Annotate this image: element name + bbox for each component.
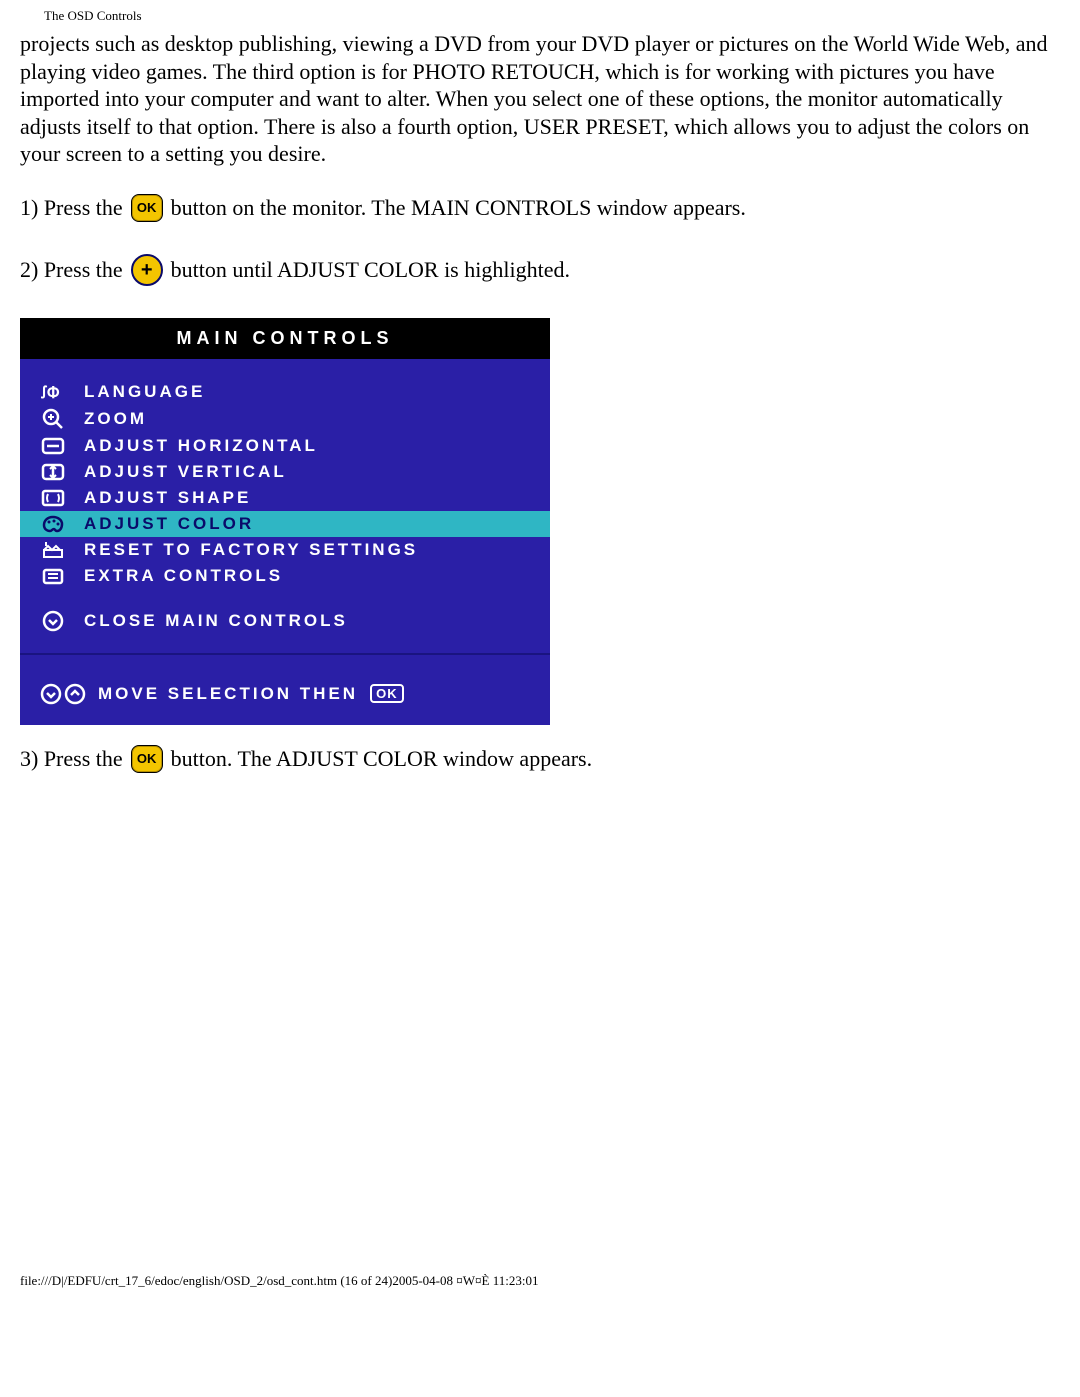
step-1: 1) Press the OK button on the monitor. T… (20, 194, 1060, 222)
close-icon (40, 610, 66, 632)
osd-item-label: ADJUST VERTICAL (84, 462, 287, 482)
step-2-text-a: 2) Press the (20, 257, 123, 283)
osd-item-adjust-horizontal[interactable]: ADJUST HORIZONTAL (20, 433, 550, 459)
osd-footer: MOVE SELECTION THEN OK (20, 663, 550, 725)
osd-item-adjust-shape[interactable]: ADJUST SHAPE (20, 485, 550, 511)
osd-item-language[interactable]: ꭍՓ LANGUAGE (20, 379, 550, 405)
osd-item-adjust-color[interactable]: ADJUST COLOR (20, 511, 550, 537)
extra-icon (40, 566, 66, 586)
osd-item-label: RESET TO FACTORY SETTINGS (84, 540, 418, 560)
step-3-text-a: 3) Press the (20, 746, 123, 772)
intro-paragraph: projects such as desktop publishing, vie… (20, 30, 1060, 168)
osd-menu-list: ꭍՓ LANGUAGE ZOOM ADJUST HORIZONTAL ADJUS… (20, 359, 550, 645)
zoom-icon (40, 408, 66, 430)
page-footer: file:///D|/EDFU/crt_17_6/edoc/english/OS… (20, 1273, 1060, 1289)
osd-item-label: EXTRA CONTROLS (84, 566, 283, 586)
osd-close-label: CLOSE MAIN CONTROLS (84, 611, 348, 631)
color-icon (40, 514, 66, 534)
osd-item-extra-controls[interactable]: EXTRA CONTROLS (20, 563, 550, 589)
language-icon: ꭍՓ (40, 382, 66, 402)
factory-icon (40, 540, 66, 560)
osd-item-label: LANGUAGE (84, 382, 205, 402)
ok-button-icon: OK (131, 745, 163, 773)
step-1-text-b: button on the monitor. The MAIN CONTROLS… (171, 195, 746, 221)
osd-item-label: ADJUST HORIZONTAL (84, 436, 318, 456)
osd-item-label: ADJUST COLOR (84, 514, 254, 534)
osd-footer-text: MOVE SELECTION THEN (98, 684, 358, 704)
shape-icon (40, 488, 66, 508)
step-1-text-a: 1) Press the (20, 195, 123, 221)
osd-divider (20, 653, 550, 655)
horizontal-icon (40, 436, 66, 456)
osd-item-close[interactable]: CLOSE MAIN CONTROLS (20, 607, 550, 635)
ok-button-icon: OK (131, 194, 163, 222)
ok-icon: OK (370, 684, 404, 703)
step-2-text-b: button until ADJUST COLOR is highlighted… (171, 257, 570, 283)
step-2: 2) Press the + button until ADJUST COLOR… (20, 254, 1060, 286)
osd-item-zoom[interactable]: ZOOM (20, 405, 550, 433)
move-selection-icons (40, 683, 86, 705)
vertical-icon (40, 462, 66, 482)
osd-title: MAIN CONTROLS (20, 318, 550, 359)
step-3: 3) Press the OK button. The ADJUST COLOR… (20, 745, 1060, 773)
osd-panel: MAIN CONTROLS ꭍՓ LANGUAGE ZOOM ADJUST HO… (20, 318, 550, 725)
osd-item-adjust-vertical[interactable]: ADJUST VERTICAL (20, 459, 550, 485)
step-3-text-b: button. The ADJUST COLOR window appears. (171, 746, 592, 772)
page-header: The OSD Controls (44, 8, 1060, 24)
osd-item-label: ADJUST SHAPE (84, 488, 251, 508)
plus-button-icon: + (131, 254, 163, 286)
svg-text:ꭍՓ: ꭍՓ (41, 385, 60, 402)
osd-item-reset-factory[interactable]: RESET TO FACTORY SETTINGS (20, 537, 550, 563)
osd-item-label: ZOOM (84, 409, 147, 429)
